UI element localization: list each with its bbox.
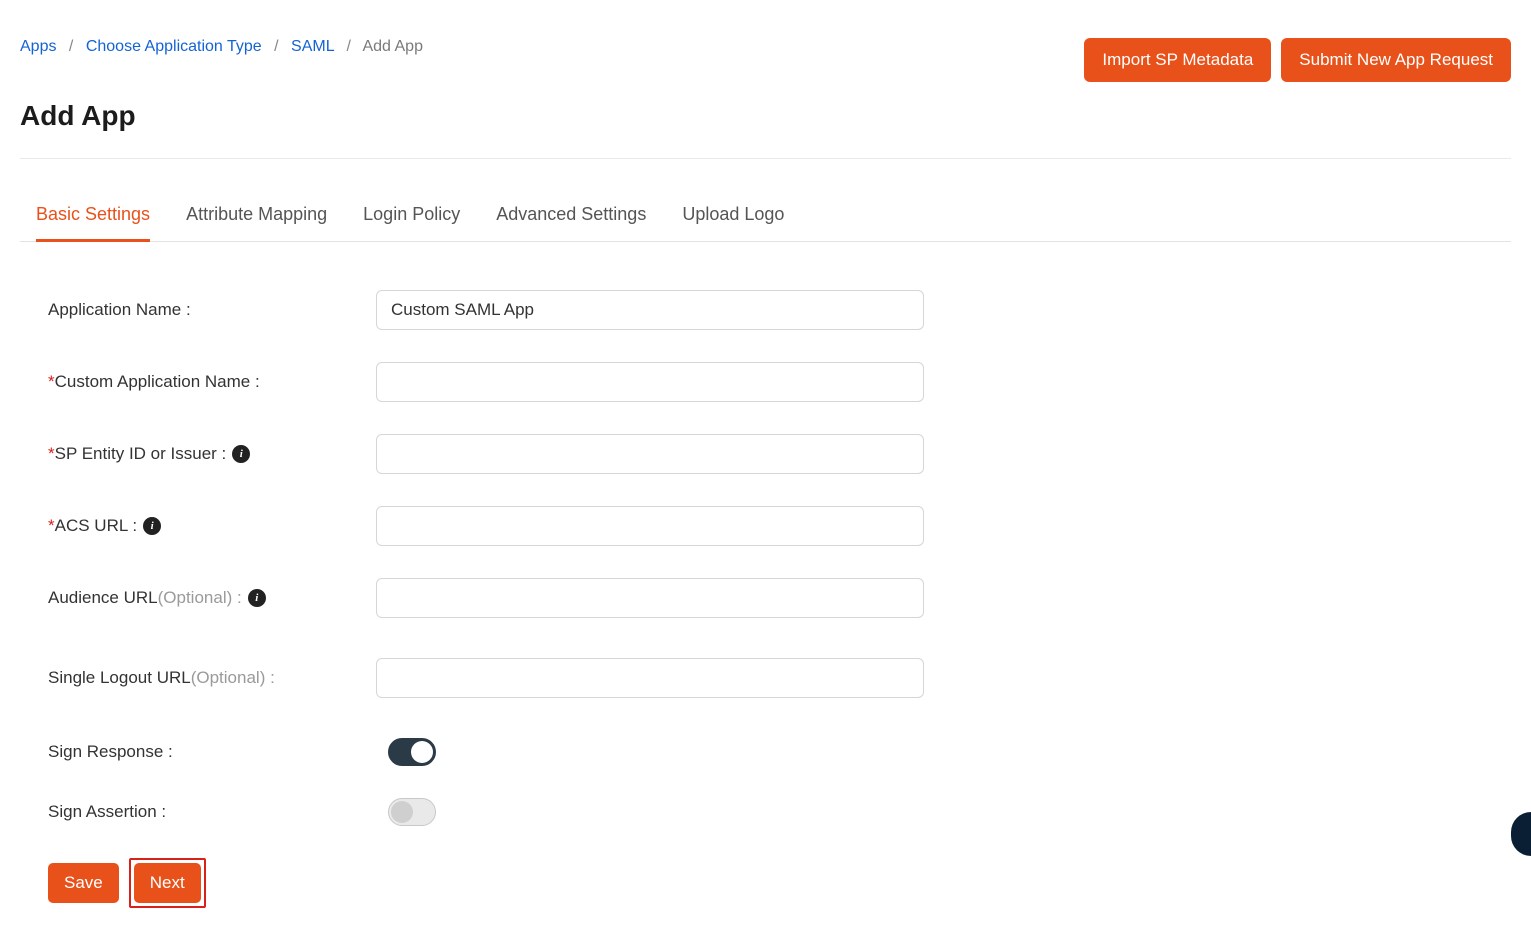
toggle-knob: [411, 741, 433, 763]
import-sp-metadata-button[interactable]: Import SP Metadata: [1084, 38, 1271, 82]
save-button[interactable]: Save: [48, 863, 119, 903]
required-marker: *: [48, 372, 55, 392]
sign-assertion-toggle[interactable]: [388, 798, 436, 826]
label-text: Application Name :: [48, 300, 191, 320]
page-title: Add App: [20, 100, 1511, 132]
breadcrumb-apps[interactable]: Apps: [20, 38, 56, 55]
application-name-label: Application Name :: [48, 300, 376, 320]
tab-login-policy[interactable]: Login Policy: [363, 194, 460, 242]
basic-settings-form: Application Name : *Custom Application N…: [20, 290, 1511, 826]
custom-application-name-input[interactable]: [376, 362, 924, 402]
toggle-knob: [391, 801, 413, 823]
audience-url-label: Audience URL (Optional) : i: [48, 588, 376, 608]
label-text: ACS URL :: [55, 516, 138, 536]
breadcrumb-current: Add App: [362, 38, 423, 55]
tab-basic-settings[interactable]: Basic Settings: [36, 194, 150, 242]
breadcrumb-sep: /: [69, 38, 73, 55]
tabs: Basic Settings Attribute Mapping Login P…: [20, 193, 1511, 242]
sign-assertion-label: Sign Assertion :: [48, 802, 376, 822]
label-text: SP Entity ID or Issuer :: [55, 444, 227, 464]
info-icon[interactable]: i: [248, 589, 266, 607]
breadcrumb-choose-app-type[interactable]: Choose Application Type: [86, 38, 262, 55]
label-text: Custom Application Name :: [55, 372, 260, 392]
chat-widget-icon[interactable]: [1511, 812, 1531, 856]
breadcrumb: Apps / Choose Application Type / SAML / …: [20, 38, 423, 56]
single-logout-url-label: Single Logout URL (Optional) :: [48, 668, 376, 688]
tab-upload-logo[interactable]: Upload Logo: [682, 194, 784, 242]
sp-entity-id-input[interactable]: [376, 434, 924, 474]
custom-application-name-label: *Custom Application Name :: [48, 372, 376, 392]
required-marker: *: [48, 516, 55, 536]
sign-response-toggle[interactable]: [388, 738, 436, 766]
label-text: Single Logout URL: [48, 668, 191, 688]
label-optional: (Optional) :: [191, 668, 275, 688]
header-divider: [20, 158, 1511, 159]
sp-entity-id-label: *SP Entity ID or Issuer : i: [48, 444, 376, 464]
submit-new-app-request-button[interactable]: Submit New App Request: [1281, 38, 1511, 82]
next-button[interactable]: Next: [134, 863, 201, 903]
breadcrumb-sep: /: [274, 38, 278, 55]
application-name-input[interactable]: [376, 290, 924, 330]
tab-attribute-mapping[interactable]: Attribute Mapping: [186, 194, 327, 242]
label-text: Audience URL: [48, 588, 158, 608]
audience-url-input[interactable]: [376, 578, 924, 618]
required-marker: *: [48, 444, 55, 464]
acs-url-input[interactable]: [376, 506, 924, 546]
acs-url-label: *ACS URL : i: [48, 516, 376, 536]
single-logout-url-input[interactable]: [376, 658, 924, 698]
breadcrumb-sep: /: [346, 38, 350, 55]
label-optional: (Optional) :: [158, 588, 242, 608]
info-icon[interactable]: i: [232, 445, 250, 463]
info-icon[interactable]: i: [143, 517, 161, 535]
next-button-highlight: Next: [129, 858, 206, 908]
breadcrumb-saml[interactable]: SAML: [291, 38, 334, 55]
tab-advanced-settings[interactable]: Advanced Settings: [496, 194, 646, 242]
sign-response-label: Sign Response :: [48, 742, 376, 762]
